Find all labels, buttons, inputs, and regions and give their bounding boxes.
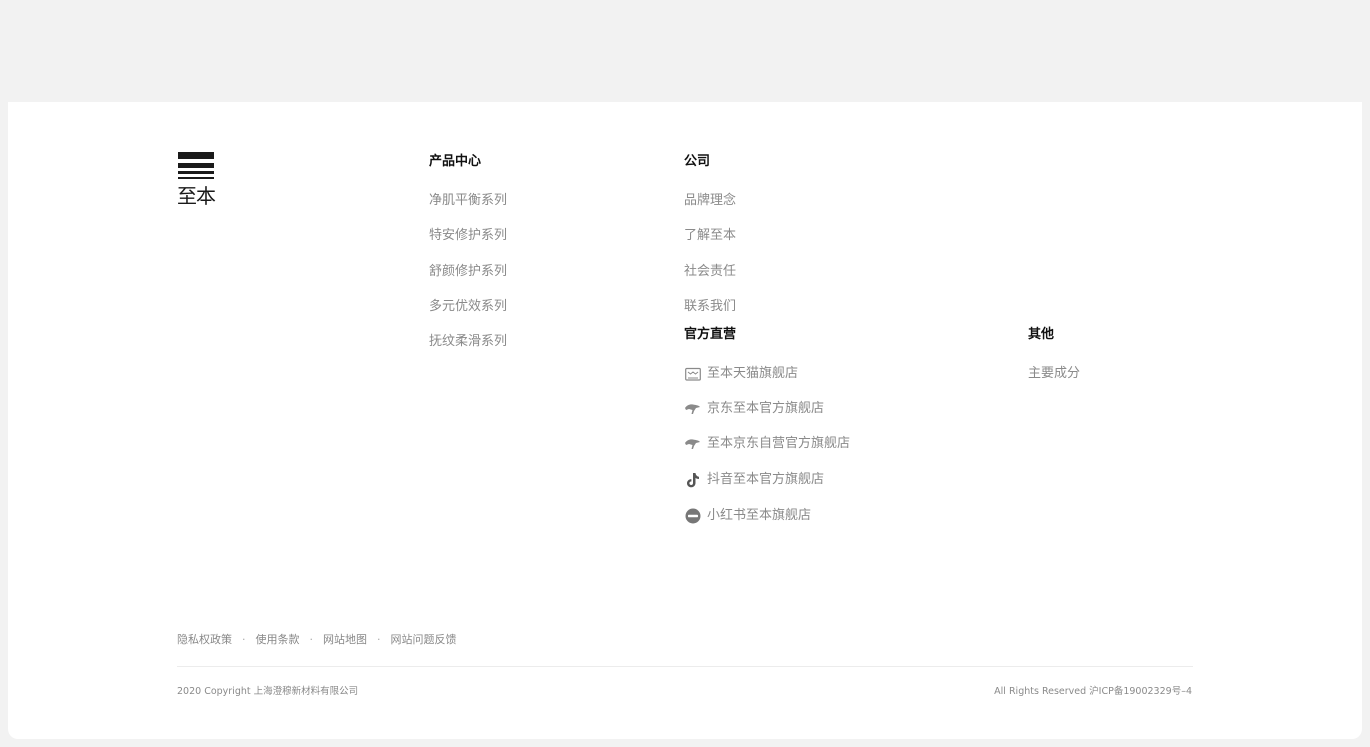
logo-bar xyxy=(178,171,214,174)
logo-bar xyxy=(178,152,214,159)
store-label: 小红书至本旗舰店 xyxy=(707,508,812,523)
link-separator: · xyxy=(242,633,246,646)
store-label: 至本天猫旗舰店 xyxy=(707,366,799,381)
company-link[interactable]: 品牌理念 xyxy=(684,193,736,209)
feedback-link[interactable]: 网站问题反馈 xyxy=(391,633,457,647)
official-stores-column-title: 官方直营 xyxy=(684,327,737,342)
jd-icon xyxy=(684,436,701,452)
brand-logo-text: 至本 xyxy=(177,184,216,208)
legal-links: 隐私权政策 · 使用条款 · 网站地图 · 网站问题反馈 xyxy=(177,633,457,647)
company-link[interactable]: 了解至本 xyxy=(684,228,736,244)
company-link[interactable]: 社会责任 xyxy=(684,264,736,280)
company-link[interactable]: 联系我们 xyxy=(684,299,736,315)
store-label: 京东至本官方旗舰店 xyxy=(707,401,825,416)
product-link[interactable]: 特安修护系列 xyxy=(429,228,507,244)
link-separator: · xyxy=(377,633,381,646)
top-background-band xyxy=(0,0,1370,102)
privacy-policy-link[interactable]: 隐私权政策 xyxy=(177,633,232,647)
copyright-text: 2020 Copyright 上海澄穆新材料有限公司 xyxy=(177,686,359,697)
store-link-douyin[interactable]: 抖音至本官方旗舰店 xyxy=(684,472,824,488)
link-separator: · xyxy=(309,633,314,646)
store-label: 抖音至本官方旗舰店 xyxy=(707,472,825,487)
store-label: 至本京东自营官方旗舰店 xyxy=(707,436,851,451)
footer-divider xyxy=(177,666,1193,667)
store-link-xiaohongshu[interactable]: 小红书至本旗舰店 xyxy=(684,508,811,524)
logo-bar xyxy=(178,163,214,168)
company-column-title: 公司 xyxy=(684,154,711,169)
sitemap-link[interactable]: 网站地图 xyxy=(323,633,367,647)
product-link[interactable]: 净肌平衡系列 xyxy=(429,193,507,209)
jd-icon xyxy=(684,401,701,417)
product-link[interactable]: 舒颜修护系列 xyxy=(429,264,507,280)
store-link-jd[interactable]: 京东至本官方旗舰店 xyxy=(684,401,824,417)
store-link-jd-self[interactable]: 至本京东自营官方旗舰店 xyxy=(684,436,850,452)
product-link[interactable]: 抚纹柔滑系列 xyxy=(429,334,507,350)
logo-bar xyxy=(178,177,214,179)
product-link[interactable]: 多元优效系列 xyxy=(429,299,507,315)
terms-of-use-link[interactable]: 使用条款 xyxy=(256,633,300,647)
tmall-icon xyxy=(684,366,701,382)
other-column-title: 其他 xyxy=(1028,327,1055,342)
products-column-title: 产品中心 xyxy=(429,154,482,169)
icp-rights-text[interactable]: All Rights Reserved 沪ICP备19002329号–4 xyxy=(994,685,1192,698)
douyin-icon xyxy=(684,472,701,488)
other-link[interactable]: 主要成分 xyxy=(1028,366,1080,382)
xiaohongshu-icon xyxy=(684,508,701,524)
store-link-tmall[interactable]: 至本天猫旗舰店 xyxy=(684,366,798,382)
